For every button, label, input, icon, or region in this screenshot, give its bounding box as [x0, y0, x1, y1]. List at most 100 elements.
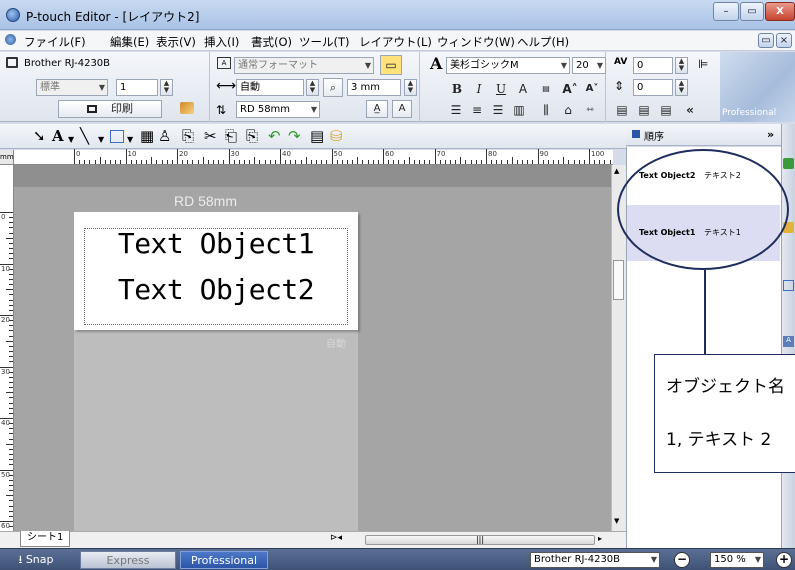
horizontal-scroll-thumb[interactable]: |||: [365, 535, 595, 545]
menu-view[interactable]: 表示(V): [156, 34, 196, 50]
zoom-out-button[interactable]: −: [674, 552, 690, 568]
professional-banner-label: Professional: [722, 108, 777, 118]
chevron-down-icon[interactable]: ▼: [127, 131, 133, 149]
font-size-select[interactable]: 20 ▼: [572, 57, 606, 74]
express-mode-tab[interactable]: Express: [80, 551, 176, 569]
menu-format[interactable]: 書式(O): [251, 34, 292, 50]
copy-icon[interactable]: ⎗: [225, 127, 237, 145]
paste-icon[interactable]: ⎘: [246, 127, 258, 145]
line-tool-icon[interactable]: ╲: [80, 127, 89, 145]
align-justify-button[interactable]: ▥: [509, 100, 529, 120]
tape-orient-vertical-button[interactable]: A: [392, 100, 412, 118]
menu-layout[interactable]: レイアウト(L): [359, 34, 432, 50]
vertical-scroll-thumb[interactable]: [613, 260, 624, 300]
list-center-button[interactable]: ▤: [634, 100, 654, 120]
ruler-tick: [321, 160, 323, 164]
chevron-down-icon: ▼: [310, 105, 317, 114]
outline-text-button[interactable]: A: [513, 79, 533, 99]
table-tool-icon[interactable]: ▦: [140, 127, 154, 145]
chevron-down-icon[interactable]: ▼: [98, 131, 104, 149]
font-grow-button[interactable]: A˄: [560, 79, 580, 99]
chevron-down-icon[interactable]: ▼: [68, 131, 74, 149]
menu-tools[interactable]: ツール(T): [299, 34, 350, 50]
italic-button[interactable]: I: [469, 79, 489, 99]
align-left-button[interactable]: ☰: [446, 100, 466, 120]
text-fit-button[interactable]: ⇿: [580, 100, 600, 120]
select-arrow-icon[interactable]: ➘: [33, 127, 46, 145]
barcode-tool-icon[interactable]: ♙: [158, 127, 171, 145]
list-right-button[interactable]: ▤: [656, 100, 676, 120]
snap-button[interactable]: ⭳ Snap: [4, 551, 68, 569]
menu-help[interactable]: ヘルプ(H): [517, 34, 569, 50]
text-object-1[interactable]: Text Object1: [84, 227, 348, 260]
menu-file[interactable]: ファイル(F): [24, 34, 86, 50]
mdi-close-button[interactable]: ×: [776, 33, 792, 48]
close-button[interactable]: X: [765, 2, 795, 21]
properties-icon[interactable]: ▤: [310, 127, 324, 145]
ribbon-collapse-button[interactable]: «: [680, 100, 700, 120]
shape-tool-icon[interactable]: [110, 130, 124, 143]
font-shrink-button[interactable]: A˅: [582, 79, 602, 99]
tape-orient-horizontal-button[interactable]: A̲: [366, 100, 388, 118]
database-icon[interactable]: ⛁: [330, 127, 343, 145]
align-center-button[interactable]: ≡: [467, 100, 487, 120]
list-left-button[interactable]: ▤: [612, 100, 632, 120]
order-pane-collapse-button[interactable]: »: [767, 128, 774, 141]
length-stepper[interactable]: ▲ ▼: [306, 79, 319, 96]
format-color-button[interactable]: ▭: [380, 55, 402, 75]
line-spacing-stepper[interactable]: ▲ ▼: [675, 79, 688, 96]
callout-connector: [704, 270, 706, 354]
char-frame-button[interactable]: ⌂: [558, 100, 578, 120]
margin-stepper[interactable]: ▲ ▼: [404, 79, 417, 96]
print-options-icon[interactable]: [180, 102, 194, 114]
bold-button[interactable]: B: [447, 79, 467, 99]
zoom-in-button[interactable]: +: [776, 552, 792, 568]
minimize-button[interactable]: –: [713, 2, 739, 21]
frame-icon[interactable]: [783, 280, 794, 291]
menu-insert[interactable]: 挿入(I): [204, 34, 239, 50]
copies-stepper[interactable]: ▲ ▼: [160, 79, 173, 96]
cut-icon[interactable]: ✂: [204, 127, 217, 145]
sheet-nav-icon[interactable]: ⊳◂: [330, 533, 342, 543]
sheet-tab[interactable]: シート1: [20, 531, 70, 547]
margin-input[interactable]: 3 mm: [347, 79, 401, 96]
line-spacing-input[interactable]: 0: [633, 79, 673, 96]
font-name-select[interactable]: 美杉ゴシックM ▼: [446, 57, 570, 74]
status-printer-select[interactable]: Brother RJ-4230B ▼: [530, 552, 660, 568]
tape-select[interactable]: RD 58mm ▼: [236, 101, 320, 118]
char-spacing-input[interactable]: 0: [633, 57, 673, 74]
ruler-tick: [228, 149, 230, 164]
text-tool-icon[interactable]: A: [52, 127, 64, 145]
ruler-tick: [9, 438, 13, 440]
scroll-right-icon[interactable]: ▸: [598, 534, 602, 543]
align-right-button[interactable]: ☰: [488, 100, 508, 120]
restore-button[interactable]: ▭: [740, 2, 764, 21]
ruler-tick: [475, 160, 477, 164]
underline-button[interactable]: U: [491, 79, 511, 99]
redo-icon[interactable]: ↷: [288, 127, 301, 145]
undo-icon[interactable]: ↶: [268, 127, 281, 145]
char-spacing-stepper[interactable]: ▲ ▼: [675, 57, 688, 74]
length-mode-input[interactable]: 自動: [236, 79, 304, 96]
format-select[interactable]: 通常フォーマット ▼: [234, 57, 374, 74]
vertical-text-button[interactable]: ⫼: [536, 100, 556, 120]
scroll-up-icon[interactable]: ▲: [614, 167, 619, 175]
layout-pane-icon[interactable]: ⊫: [698, 57, 708, 71]
ruler-tick: [9, 294, 13, 296]
text-effect-button[interactable]: ▤: [536, 79, 556, 99]
mdi-restore-button[interactable]: ▭: [758, 33, 774, 48]
copies-input[interactable]: 1: [116, 79, 158, 96]
professional-mode-tab[interactable]: Professional: [180, 551, 268, 569]
menu-edit[interactable]: 編集(E): [110, 34, 149, 50]
print-button[interactable]: 印刷: [58, 100, 162, 118]
print-mode-select[interactable]: 標準 ▼: [36, 79, 108, 96]
text-object-2[interactable]: Text Object2: [84, 273, 348, 306]
menu-window[interactable]: ウィンドウ(W): [437, 34, 515, 50]
scroll-down-icon[interactable]: ▼: [614, 517, 619, 525]
margin-icon[interactable]: ⌕: [323, 78, 343, 97]
insert-image-icon[interactable]: ⎘: [182, 127, 194, 145]
ruler-tick: [470, 160, 472, 164]
add-object-icon[interactable]: [783, 158, 794, 169]
zoom-select[interactable]: 150 % ▼: [710, 552, 764, 568]
text-layer-icon[interactable]: A: [783, 336, 794, 347]
